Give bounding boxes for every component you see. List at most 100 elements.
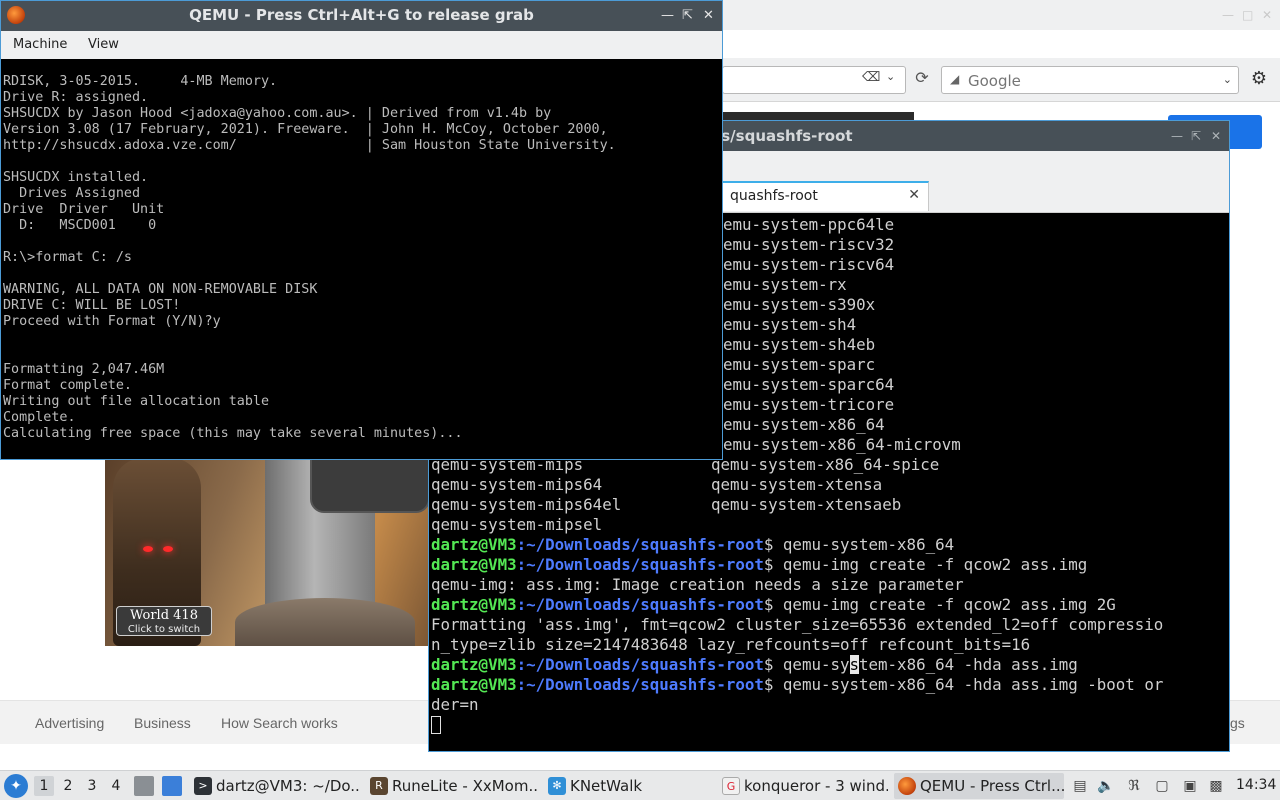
terminal-line: dartz@VM3:~/Downloads/squashfs-root$ qem… <box>431 675 1164 694</box>
knetwalk-icon: ✻ <box>548 777 566 795</box>
qemu-title: QEMU - Press Ctrl+Alt+G to release grab <box>189 6 534 24</box>
terminal-list-item: emu-system-rx <box>723 275 847 294</box>
clock: 14:34 <box>1236 777 1277 793</box>
qemu-console-line: WARNING, ALL DATA ON NON-REMOVABLE DISK <box>3 282 318 297</box>
konqueror-icon: G <box>722 777 740 795</box>
reload-icon[interactable]: ⟳ <box>912 68 932 90</box>
footer-link-how-search-works[interactable]: How Search works <box>221 715 338 731</box>
footer-link-advertising[interactable]: Advertising <box>35 715 104 731</box>
qemu-console-line: Version 3.08 (17 February, 2021). Freewa… <box>3 122 608 137</box>
terminal-line: Formatting 'ass.img', fmt=qcow2 cluster_… <box>431 615 1164 634</box>
terminal-icon: > <box>194 777 212 795</box>
qemu-window[interactable]: QEMU - Press Ctrl+Alt+G to release grab … <box>0 0 723 460</box>
terminal-line: dartz@VM3:~/Downloads/squashfs-root$ qem… <box>431 535 955 554</box>
minimize-icon[interactable]: — <box>661 8 674 23</box>
terminal-list-item: emu-system-sh4 <box>723 315 857 334</box>
qemu-titlebar[interactable]: QEMU - Press Ctrl+Alt+G to release grab … <box>1 1 722 31</box>
workspace-3[interactable]: 3 <box>82 776 102 796</box>
chevron-down-icon[interactable]: ⌄ <box>1223 73 1232 86</box>
qemu-menubar: Machine View <box>1 31 722 59</box>
close-icon[interactable]: ✕ <box>703 8 714 23</box>
qemu-console-line: Drive Driver Unit <box>3 202 165 217</box>
start-menu-icon[interactable]: ✦ <box>4 774 28 798</box>
qemu-icon <box>898 777 916 795</box>
terminal-list-item: emu-system-sparc <box>723 355 876 374</box>
volume-icon[interactable]: 🔈 <box>1096 776 1116 796</box>
task-runelite[interactable]: R RuneLite - XxMom... <box>366 773 538 799</box>
footer-link-business[interactable]: Business <box>134 715 191 731</box>
taskbar: ✦ 1 2 3 4 > dartz@VM3: ~/Do... R RuneLit… <box>0 770 1280 800</box>
menu-view[interactable]: View <box>88 37 119 52</box>
updates-icon[interactable]: ▩ <box>1206 776 1226 796</box>
tab-squashfs-root[interactable]: quashfs-root ✕ <box>721 181 929 211</box>
qemu-console-line: Complete. <box>3 410 76 425</box>
terminal-list-item: emu-system-sh4eb <box>723 335 876 354</box>
terminal-list-item: emu-system-tricore <box>723 395 895 414</box>
terminal-list-item: emu-system-ppc64le <box>723 215 895 234</box>
close-icon[interactable]: ✕ <box>1211 129 1221 143</box>
terminal-list-item: emu-system-sparc64 <box>723 375 895 394</box>
qemu-console-line: Drive R: assigned. <box>3 90 149 105</box>
terminal-cursor <box>431 716 441 734</box>
task-konqueror[interactable]: G konqueror - 3 wind... <box>718 773 888 799</box>
terminal-line: dartz@VM3:~/Downloads/squashfs-root$ qem… <box>431 595 1116 614</box>
qemu-guest-screen[interactable]: RDISK, 3-05-2015. 4-MB Memory. Drive R: a… <box>1 59 722 459</box>
workspace-4[interactable]: 4 <box>106 776 126 796</box>
terminal-line: n_type=zlib size=2147483648 lazy_refcoun… <box>431 635 1031 654</box>
terminal-list-item: qemu-system-xtensa <box>711 475 883 494</box>
terminal-list-item: qemu-system-xtensaeb <box>711 495 902 514</box>
close-tab-icon[interactable]: ✕ <box>908 187 920 203</box>
runelite-icon: R <box>370 777 388 795</box>
task-qemu[interactable]: QEMU - Press Ctrl... <box>894 773 1064 799</box>
workspace-2[interactable]: 2 <box>58 776 78 796</box>
qemu-console-line: Writing out file allocation table <box>3 394 270 409</box>
maximize-icon[interactable]: □ <box>1242 8 1253 22</box>
footer-link-partial[interactable]: gs <box>1230 715 1245 731</box>
terminal-list-item: qemu-system-mipsel <box>431 515 603 534</box>
terminal-list-item: emu-system-x86_64-microvm <box>723 435 961 454</box>
workspace-1[interactable]: 1 <box>34 776 54 796</box>
tab-label: quashfs-root <box>730 188 818 204</box>
game-fountain-base <box>235 598 415 646</box>
qemu-console-line: R:\>format C: /s <box>3 250 132 265</box>
search-box[interactable]: ◢ ⌄ <box>941 66 1239 94</box>
search-input[interactable] <box>968 71 1218 91</box>
menu-machine[interactable]: Machine <box>13 37 67 52</box>
world-subtitle: Click to switch <box>127 624 201 635</box>
qemu-console-line: Drives Assigned <box>3 186 141 201</box>
task-knetwalk[interactable]: ✻ KNetWalk <box>544 773 714 799</box>
minimize-icon[interactable]: — <box>1222 8 1234 22</box>
display-icon[interactable]: ▣ <box>1180 776 1200 796</box>
close-icon[interactable]: ✕ <box>1262 8 1272 22</box>
terminal-line: dartz@VM3:~/Downloads/squashfs-root$ qem… <box>431 555 1088 574</box>
chevron-down-icon[interactable]: ⌄ <box>886 70 902 88</box>
qemu-console-line: Proceed with Format (Y/N)?y <box>3 314 221 329</box>
qemu-console-line: DRIVE C: WILL BE LOST! <box>3 298 181 313</box>
gear-icon[interactable]: ⚙ <box>1248 68 1270 90</box>
qemu-console-line: SHSUCDX installed. <box>3 170 149 185</box>
qemu-console-line: Formatting 2,047.46M <box>3 362 165 377</box>
minimize-icon[interactable]: — <box>1171 129 1183 143</box>
clipboard-icon[interactable]: ▤ <box>1070 776 1090 796</box>
terminal-list-item: qemu-system-mips64el <box>431 495 622 514</box>
runelite-tray-icon[interactable]: ℜ <box>1124 776 1144 796</box>
qemu-console-line: SHSUCDX by Jason Hood <jadoxa@yahoo.com.… <box>3 106 552 121</box>
terminal-list-item: qemu-system-mips64 <box>431 475 603 494</box>
qemu-console-line: D: MSCD001 0 <box>3 218 157 233</box>
statue-eye <box>143 546 153 552</box>
desktop-icon[interactable] <box>162 776 182 796</box>
maximize-icon[interactable]: ⇱ <box>1191 129 1201 143</box>
search-engine-icon: ◢ <box>950 72 960 86</box>
file-manager-icon[interactable] <box>134 776 154 796</box>
statue-eye <box>163 546 173 552</box>
qemu-console-line: http://shsucdx.adoxa.vze.com/ | Sam Hous… <box>3 138 616 153</box>
world-title: World 418 <box>130 608 198 623</box>
notes-icon[interactable]: ▢ <box>1152 776 1172 796</box>
terminal-list-item: emu-system-x86_64 <box>723 415 885 434</box>
maximize-icon[interactable]: ⇱ <box>682 8 693 23</box>
world-switch-button[interactable]: World 418 Click to switch <box>116 606 212 636</box>
text-cursor: s <box>849 655 860 674</box>
task-terminal[interactable]: > dartz@VM3: ~/Do... <box>190 773 360 799</box>
clear-url-icon[interactable]: ⌫ <box>862 70 880 88</box>
qemu-console-line: Format complete. <box>3 378 132 393</box>
